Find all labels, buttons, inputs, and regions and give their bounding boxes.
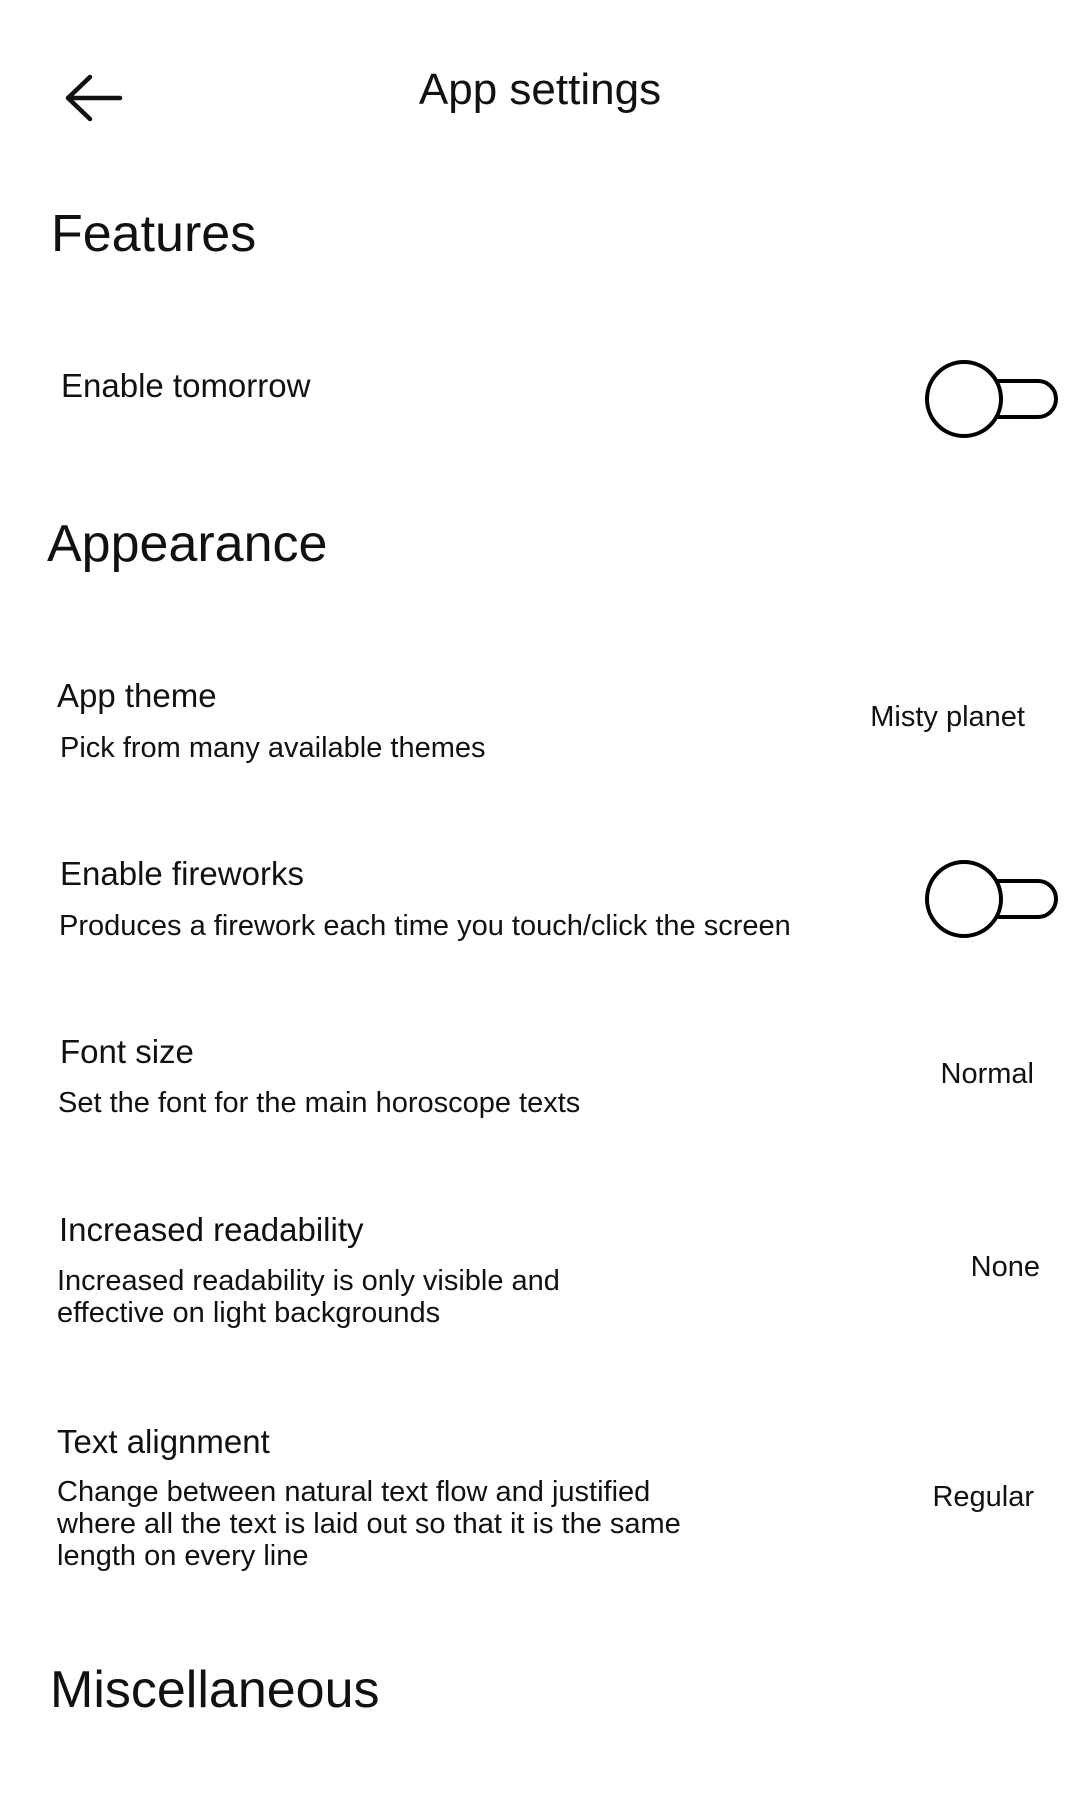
setting-title: App theme [57, 677, 217, 714]
page-title: App settings [418, 65, 662, 114]
enable-fireworks-switch[interactable] [924, 859, 1064, 943]
setting-subtitle: Increased readability is only visible an… [57, 1265, 560, 1329]
setting-row-increased-readability[interactable]: Increased readability Increased readabil… [0, 1202, 1080, 1352]
setting-subtitle: Change between natural text flow and jus… [57, 1476, 681, 1572]
setting-title: Text alignment [57, 1423, 270, 1460]
setting-value: Regular [932, 1481, 1034, 1513]
section-title-appearance: Appearance [47, 515, 328, 573]
setting-title: Enable tomorrow [61, 367, 311, 404]
setting-row-enable-tomorrow[interactable]: Enable tomorrow [0, 346, 1080, 456]
section-title-features: Features [51, 205, 257, 263]
setting-subtitle: Pick from many available themes [60, 732, 486, 764]
setting-row-enable-fireworks[interactable]: Enable fireworks Produces a firework eac… [0, 846, 1080, 966]
setting-title: Increased readability [59, 1211, 364, 1248]
setting-value: Normal [940, 1058, 1034, 1090]
toggle-off-icon [925, 360, 1058, 438]
setting-subtitle: Produces a firework each time you touch/… [59, 910, 791, 942]
setting-value: Misty planet [870, 701, 1025, 733]
setting-title: Font size [60, 1033, 194, 1070]
setting-row-font-size[interactable]: Font size Set the font for the main horo… [0, 1024, 1080, 1144]
toggle-off-icon [925, 860, 1058, 938]
setting-value: None [970, 1251, 1040, 1283]
setting-title: Enable fireworks [60, 855, 304, 892]
section-title-miscellaneous: Miscellaneous [50, 1661, 380, 1719]
setting-row-text-alignment[interactable]: Text alignment Change between natural te… [0, 1414, 1080, 1594]
setting-subtitle: Set the font for the main horoscope text… [58, 1087, 581, 1119]
enable-tomorrow-switch[interactable] [924, 359, 1064, 443]
setting-row-app-theme[interactable]: App theme Pick from many available theme… [0, 668, 1080, 788]
